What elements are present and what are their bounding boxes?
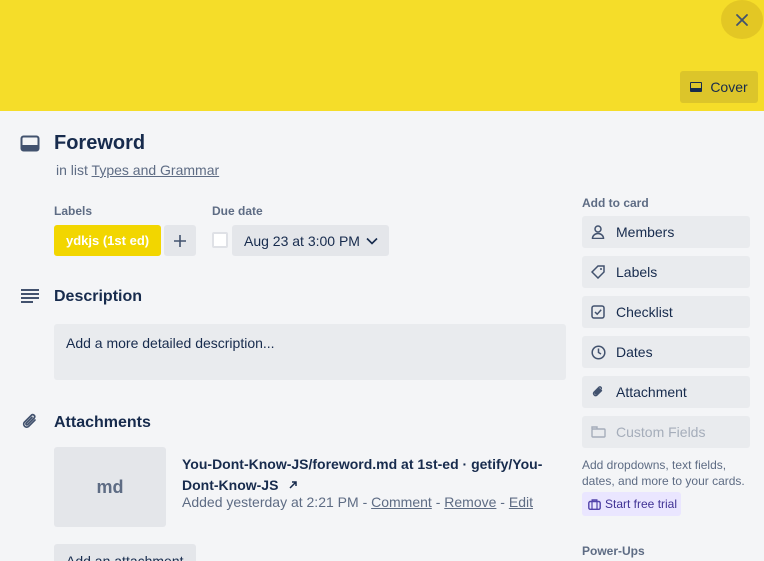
attachments-heading: Attachments <box>54 414 151 431</box>
labels-button[interactable]: Labels <box>582 256 750 288</box>
labels-heading: Labels <box>54 204 93 218</box>
add-to-card-heading: Add to card <box>582 196 649 210</box>
attachment-added: Added yesterday at 2:21 PM <box>182 494 359 510</box>
attachment-sep: - <box>435 494 441 510</box>
description-input[interactable]: Add a more detailed description... <box>54 324 566 380</box>
checklist-label: Checklist <box>616 304 673 320</box>
plus-icon <box>174 234 186 247</box>
in-list-text: in list Types and Grammar <box>56 162 219 178</box>
close-button[interactable] <box>721 0 763 39</box>
close-icon <box>736 13 748 26</box>
attachment-sep: - <box>500 494 505 510</box>
due-date-button[interactable]: Aug 23 at 3:00 PM <box>232 225 389 256</box>
chevron-down-icon <box>366 237 378 245</box>
in-list-prefix: in list <box>56 162 88 178</box>
checklist-button[interactable]: Checklist <box>582 296 750 328</box>
clock-icon <box>590 344 606 360</box>
attachment-sep: - <box>362 494 368 510</box>
person-icon <box>590 224 606 240</box>
list-link[interactable]: Types and Grammar <box>92 162 220 178</box>
labels-label: Labels <box>616 264 658 280</box>
attachments-icon <box>20 412 40 432</box>
dates-label: Dates <box>616 344 653 360</box>
attachment-thumbnail[interactable]: md <box>54 447 166 527</box>
tag-icon <box>590 264 606 280</box>
start-free-trial-label: Start free trial <box>605 497 678 511</box>
attachment-name[interactable]: You-Dont-Know-JS/foreword.md at 1st-ed ·… <box>182 454 557 496</box>
description-icon <box>20 286 40 306</box>
attachment-label: Attachment <box>616 384 687 400</box>
power-ups-heading: Power-Ups <box>582 544 645 558</box>
paperclip-icon <box>590 384 606 400</box>
due-date-value: Aug 23 at 3:00 PM <box>244 232 360 249</box>
card-title[interactable]: Foreword <box>54 132 145 155</box>
dates-button[interactable]: Dates <box>582 336 750 368</box>
cover-button[interactable]: Cover <box>680 71 758 103</box>
custom-fields-icon <box>590 424 606 440</box>
cover-icon <box>690 82 703 92</box>
add-label-button[interactable] <box>164 225 196 256</box>
label-pill[interactable]: ydkjs (1st ed) <box>54 225 162 256</box>
description-heading: Description <box>54 288 143 305</box>
briefcase-icon <box>588 498 601 510</box>
cover-button-label: Cover <box>710 79 748 95</box>
attachment-comment-link[interactable]: Comment <box>371 494 432 510</box>
card-cover: Cover <box>0 0 764 111</box>
attachment-remove-link[interactable]: Remove <box>444 494 496 510</box>
custom-fields-note: Add dropdowns, text fields, dates, and m… <box>582 458 745 488</box>
due-date-checkbox[interactable] <box>212 232 228 248</box>
attachment-name-text: You-Dont-Know-JS/foreword.md at 1st-ed ·… <box>182 456 543 493</box>
checklist-icon <box>590 304 606 320</box>
attachment-edit-link[interactable]: Edit <box>509 494 533 510</box>
start-free-trial-button[interactable]: Start free trial <box>582 492 681 516</box>
custom-fields-button[interactable]: Custom Fields <box>582 416 750 448</box>
members-label: Members <box>616 224 675 240</box>
due-date-heading: Due date <box>212 204 263 218</box>
members-button[interactable]: Members <box>582 216 750 248</box>
add-attachment-button[interactable]: Add an attachment <box>54 544 196 561</box>
card-icon <box>20 134 40 154</box>
external-link-icon <box>289 481 298 489</box>
attachment-meta: Added yesterday at 2:21 PM - Comment - R… <box>182 494 533 510</box>
custom-fields-label: Custom Fields <box>616 424 706 440</box>
attachment-button[interactable]: Attachment <box>582 376 750 408</box>
